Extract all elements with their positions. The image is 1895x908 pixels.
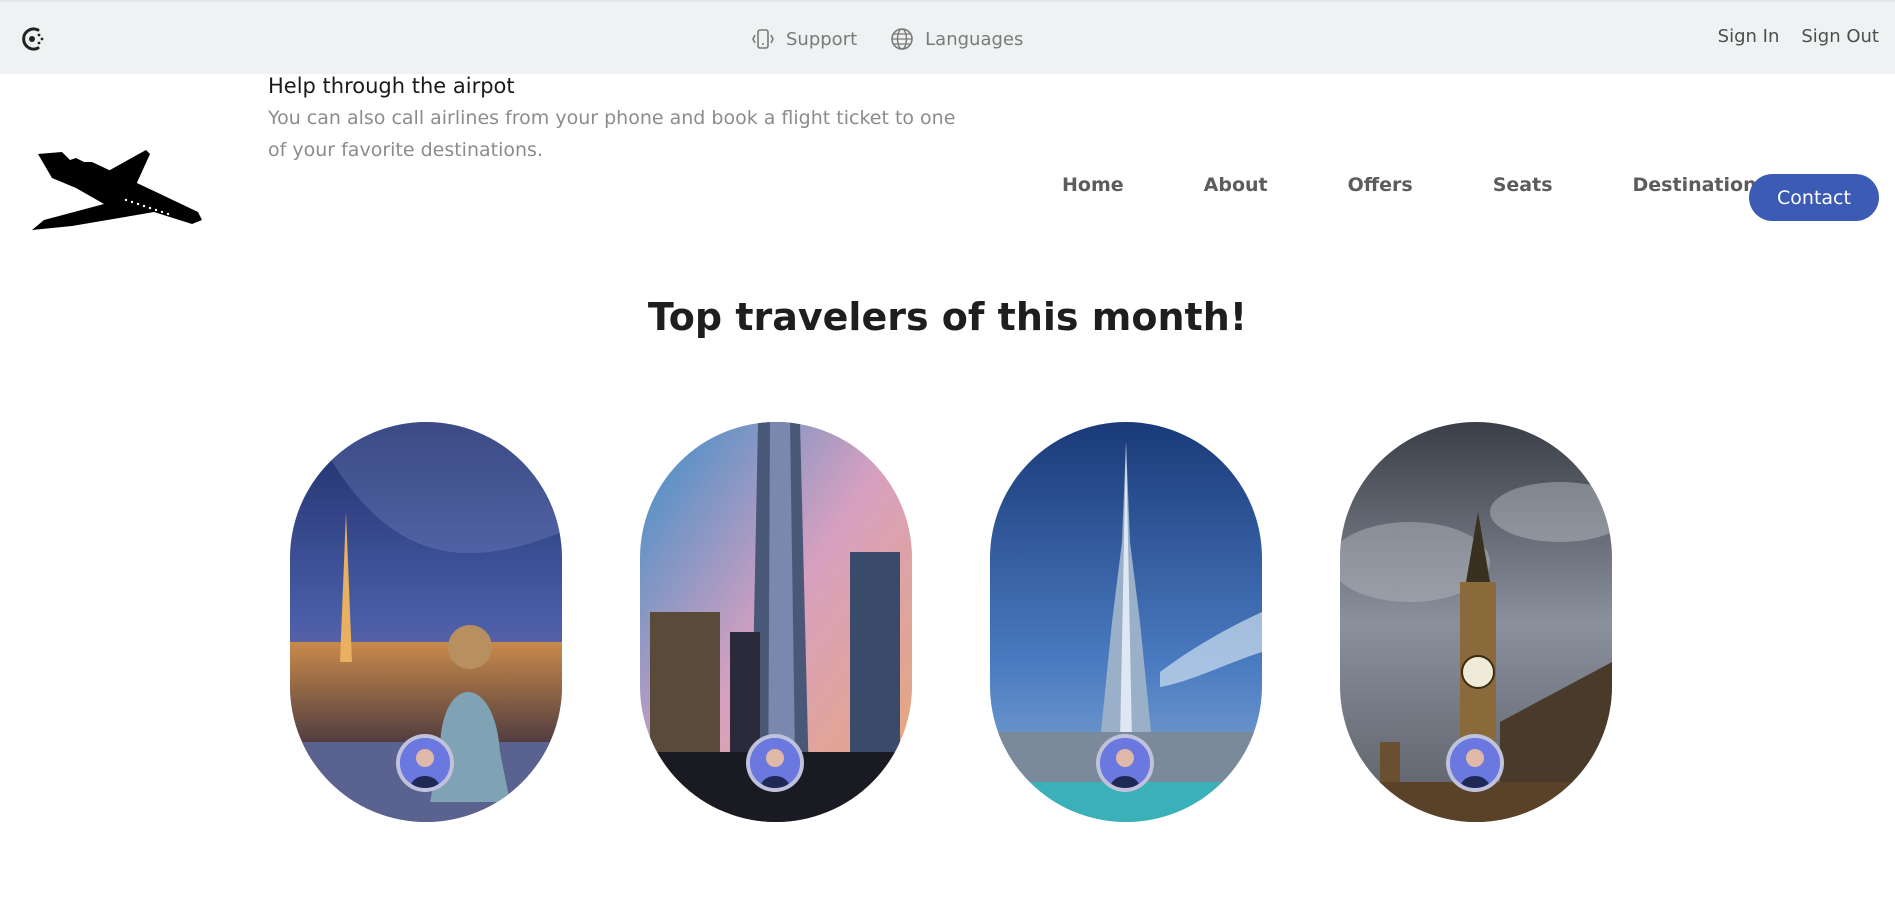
phone-vibrate-icon — [752, 29, 774, 49]
languages-link[interactable]: Languages — [889, 26, 1023, 52]
main-nav: Home About Offers Seats Destinations — [1040, 174, 1808, 196]
user-avatar-icon — [1100, 738, 1150, 788]
nav-home[interactable]: Home — [1040, 174, 1164, 196]
user-avatar-icon — [750, 738, 800, 788]
sign-out-link[interactable]: Sign Out — [1801, 26, 1879, 47]
auth-links: Sign In Sign Out — [1718, 26, 1879, 47]
nav-about[interactable]: About — [1164, 174, 1308, 196]
user-avatar-icon — [1450, 738, 1500, 788]
top-bar: Support Languages Sign In Sign Out — [0, 0, 1895, 74]
section-title: Top travelers of this month! — [647, 295, 1248, 339]
globe-icon — [891, 28, 913, 50]
airplane-icon[interactable] — [32, 142, 204, 234]
traveler-card-new-york[interactable] — [640, 422, 912, 822]
traveler-card-london[interactable] — [1340, 422, 1612, 822]
nav-offers[interactable]: Offers — [1308, 174, 1453, 196]
traveler-card-paris[interactable] — [290, 422, 562, 822]
support-label: Support — [786, 28, 858, 50]
help-title: Help through the airpot — [268, 74, 515, 98]
top-links: Support Languages — [750, 26, 1023, 52]
languages-label: Languages — [925, 28, 1024, 50]
traveler-avatar — [1446, 734, 1504, 792]
traveler-avatar — [396, 734, 454, 792]
help-block: Help through the airpot You can also cal… — [268, 74, 968, 166]
sign-in-link[interactable]: Sign In — [1718, 26, 1780, 47]
traveler-card-dubai[interactable] — [990, 422, 1262, 822]
support-link[interactable]: Support — [750, 26, 857, 52]
brand-spinner-icon[interactable] — [18, 24, 48, 54]
help-description: You can also call airlines from your pho… — [268, 107, 956, 161]
traveler-cards — [290, 422, 1612, 822]
user-avatar-icon — [400, 738, 450, 788]
nav-seats[interactable]: Seats — [1453, 174, 1593, 196]
traveler-avatar — [1096, 734, 1154, 792]
traveler-avatar — [746, 734, 804, 792]
contact-button[interactable]: Contact — [1749, 174, 1879, 221]
